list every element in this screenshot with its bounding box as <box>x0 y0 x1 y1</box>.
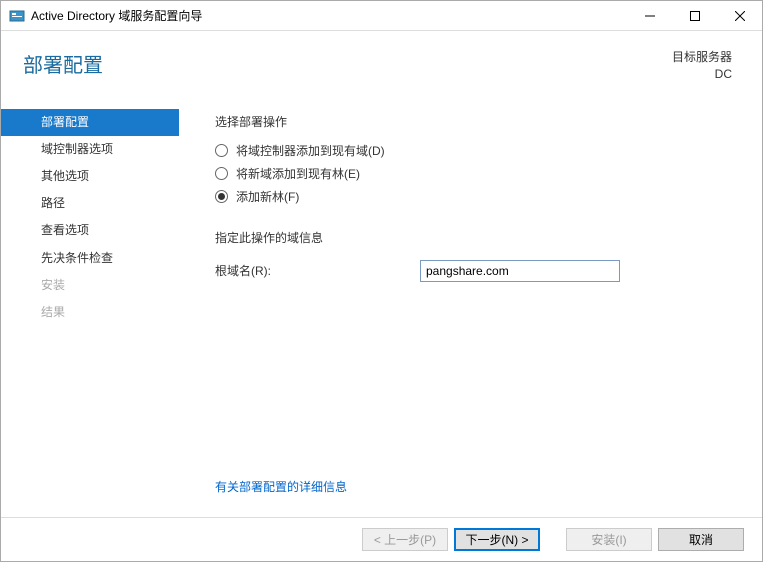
sidebar-item-results: 结果 <box>1 299 179 326</box>
radio-label: 添加新林(F) <box>236 188 299 205</box>
main-area: 部署配置 域控制器选项 其他选项 路径 查看选项 先决条件检查 安装 结果 选择… <box>1 95 762 517</box>
prev-button: < 上一步(P) <box>362 528 448 551</box>
footer: < 上一步(P) 下一步(N) > 安装(I) 取消 <box>1 517 762 561</box>
radio-label: 将新域添加到现有林(E) <box>236 165 360 182</box>
sidebar-item-review-options[interactable]: 查看选项 <box>1 217 179 244</box>
page-title: 部署配置 <box>23 49 103 78</box>
sidebar-item-label: 域控制器选项 <box>41 142 113 156</box>
app-icon <box>9 8 25 24</box>
minimize-button[interactable] <box>627 1 672 30</box>
radio-icon <box>215 190 228 203</box>
cancel-button[interactable]: 取消 <box>658 528 744 551</box>
root-domain-input[interactable] <box>420 260 620 282</box>
window-title: Active Directory 域服务配置向导 <box>31 7 627 24</box>
target-server-info: 目标服务器 DC <box>672 49 732 83</box>
sidebar-item-label: 部署配置 <box>41 115 89 129</box>
close-button[interactable] <box>717 1 762 30</box>
spacer <box>215 282 732 478</box>
sidebar-item-label: 结果 <box>41 305 65 319</box>
root-domain-label: 根域名(R): <box>215 262 420 279</box>
sidebar-item-label: 先决条件检查 <box>41 251 113 265</box>
more-info-link[interactable]: 有关部署配置的详细信息 <box>215 478 732 507</box>
radio-icon <box>215 144 228 157</box>
target-server-value: DC <box>672 66 732 83</box>
sidebar-item-label: 查看选项 <box>41 223 89 237</box>
radio-add-dc-existing-domain[interactable]: 将域控制器添加到现有域(D) <box>215 142 732 159</box>
radio-label: 将域控制器添加到现有域(D) <box>236 142 385 159</box>
sidebar-item-paths[interactable]: 路径 <box>1 190 179 217</box>
button-gap <box>546 528 560 551</box>
button-label: 下一步(N) > <box>465 531 528 548</box>
next-button[interactable]: 下一步(N) > <box>454 528 540 551</box>
sidebar-item-deploy-config[interactable]: 部署配置 <box>1 109 179 136</box>
sidebar-item-label: 安装 <box>41 278 65 292</box>
maximize-button[interactable] <box>672 1 717 30</box>
sidebar-item-dc-options[interactable]: 域控制器选项 <box>1 136 179 163</box>
sidebar-item-prereq-check[interactable]: 先决条件检查 <box>1 245 179 272</box>
sidebar-item-label: 其他选项 <box>41 169 89 183</box>
button-label: 安装(I) <box>591 531 626 548</box>
window-controls <box>627 1 762 30</box>
operation-section-label: 选择部署操作 <box>215 113 732 130</box>
titlebar: Active Directory 域服务配置向导 <box>1 1 762 31</box>
root-domain-field-row: 根域名(R): <box>215 260 732 282</box>
radio-add-new-forest[interactable]: 添加新林(F) <box>215 188 732 205</box>
radio-add-domain-existing-forest[interactable]: 将新域添加到现有林(E) <box>215 165 732 182</box>
sidebar-item-install: 安装 <box>1 272 179 299</box>
sidebar-item-other-options[interactable]: 其他选项 <box>1 163 179 190</box>
target-server-label: 目标服务器 <box>672 49 732 66</box>
button-label: < 上一步(P) <box>374 531 436 548</box>
install-button: 安装(I) <box>566 528 652 551</box>
content: 选择部署操作 将域控制器添加到现有域(D) 将新域添加到现有林(E) 添加新林(… <box>179 95 762 517</box>
sidebar: 部署配置 域控制器选项 其他选项 路径 查看选项 先决条件检查 安装 结果 <box>1 95 179 517</box>
domain-info-label: 指定此操作的域信息 <box>215 229 732 246</box>
header: 部署配置 目标服务器 DC <box>1 31 762 95</box>
sidebar-item-label: 路径 <box>41 196 65 210</box>
button-label: 取消 <box>689 531 713 548</box>
radio-icon <box>215 167 228 180</box>
